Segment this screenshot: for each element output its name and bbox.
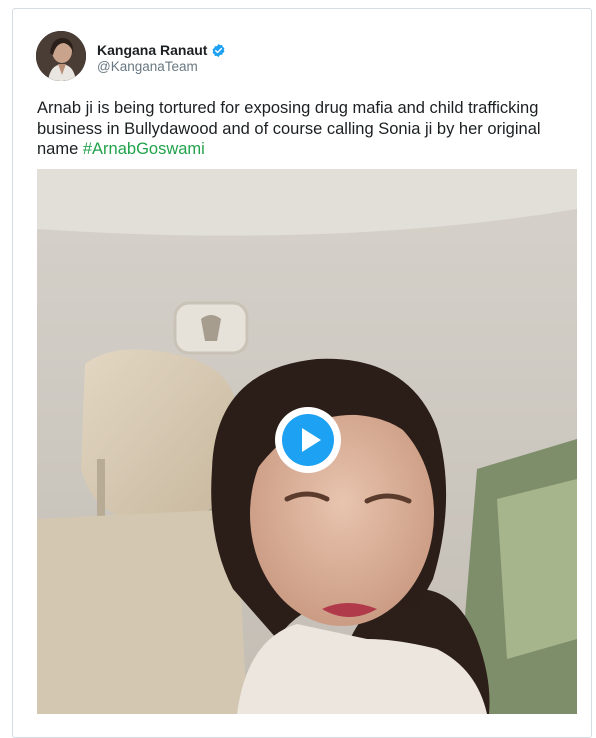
play-icon — [277, 409, 339, 471]
author-name[interactable]: Kangana Ranaut — [97, 42, 207, 58]
verified-badge-icon — [211, 43, 226, 58]
hashtag-link[interactable]: #ArnabGoswami — [83, 140, 205, 158]
play-button[interactable] — [275, 407, 341, 473]
avatar[interactable] — [36, 31, 86, 81]
tweet-text: Arnab ji is being tortured for exposing … — [37, 98, 557, 160]
author-name-row: Kangana Ranaut — [97, 42, 226, 58]
author-block: Kangana Ranaut @KanganaTeam — [97, 42, 226, 74]
author-handle[interactable]: @KanganaTeam — [97, 59, 226, 74]
tweet-card: Kangana Ranaut @KanganaTeam Arnab ji is … — [12, 8, 592, 738]
avatar-image — [36, 31, 86, 81]
video-player[interactable] — [37, 169, 577, 714]
